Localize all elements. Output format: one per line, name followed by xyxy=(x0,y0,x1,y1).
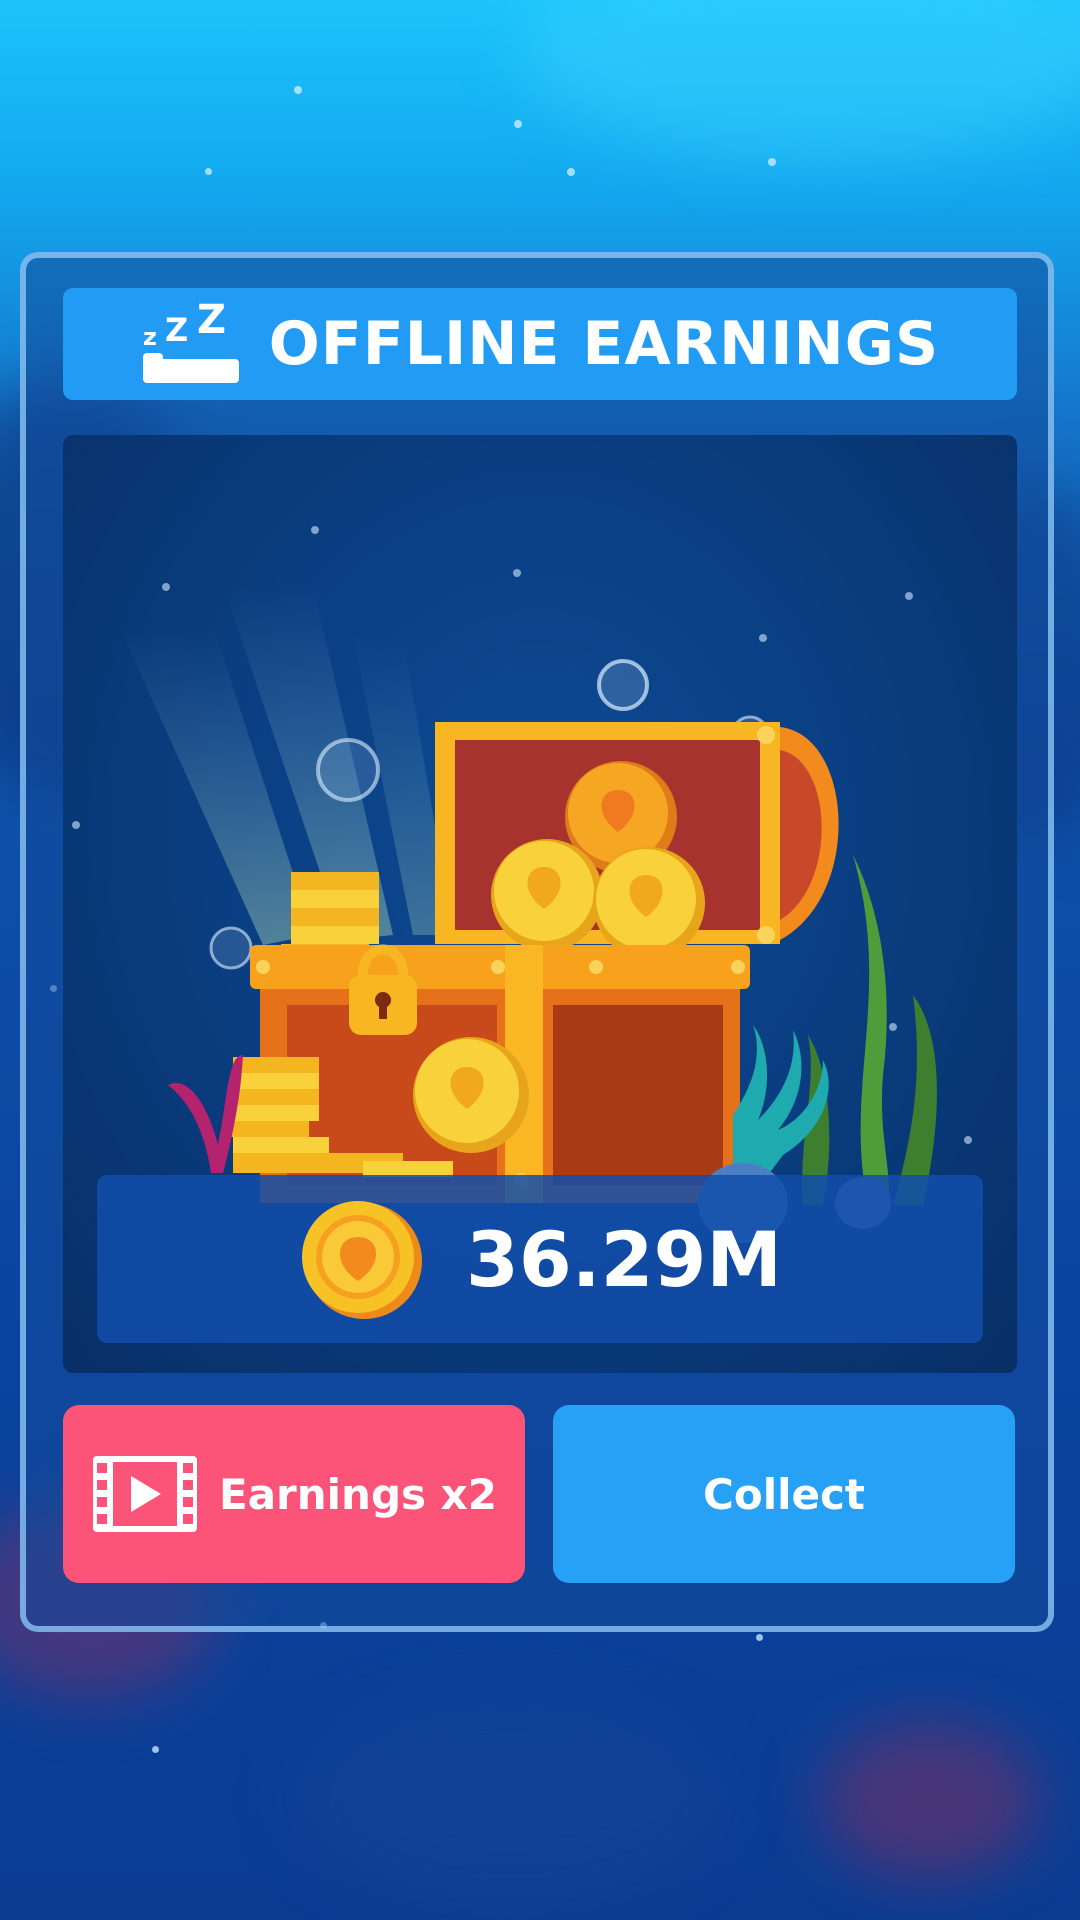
bubble-dot xyxy=(152,1746,159,1753)
bubble-dot xyxy=(514,120,522,128)
bubble-dot xyxy=(567,168,575,176)
svg-text:Z: Z xyxy=(165,311,188,349)
video-ad-icon xyxy=(93,1456,198,1532)
dialog-header: z Z Z OFFLINE EARNINGS xyxy=(63,288,1017,400)
bubble-dot xyxy=(294,86,302,94)
earnings-amount: 36.29M xyxy=(465,1214,783,1304)
svg-text:z: z xyxy=(143,323,157,351)
dialog-title: OFFLINE EARNINGS xyxy=(268,309,940,379)
earnings-amount-bar: 36.29M xyxy=(97,1175,983,1343)
background-blur xyxy=(300,1700,720,1900)
double-earnings-label: Earnings x2 xyxy=(219,1469,497,1519)
background-coral-blur xyxy=(820,1720,1040,1880)
svg-text:Z: Z xyxy=(197,303,226,343)
bubble-dot xyxy=(768,158,776,166)
bubble-dot xyxy=(756,1634,763,1641)
game-screen: z Z Z OFFLINE EARNINGS 36.29M Earnings x… xyxy=(0,0,1080,1920)
coin-icon xyxy=(301,1201,422,1319)
watch-ad-double-earnings-button[interactable]: Earnings x2 xyxy=(63,1405,525,1583)
collect-label: Collect xyxy=(703,1469,865,1519)
collect-button[interactable]: Collect xyxy=(553,1405,1015,1583)
bubble-dot xyxy=(205,168,212,175)
background-glow xyxy=(520,0,1080,160)
sleep-zzz-icon: z Z Z xyxy=(142,303,239,383)
